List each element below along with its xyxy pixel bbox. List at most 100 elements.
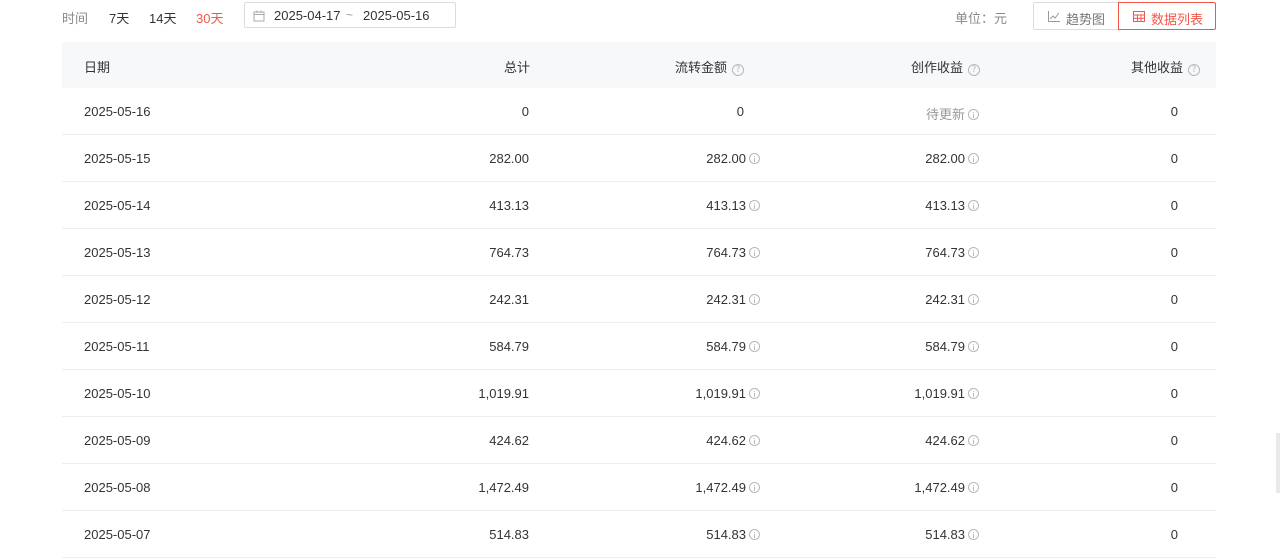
list-view-label: 数据列表 (1151, 12, 1204, 27)
cell-creation-income: 424.62 (925, 433, 979, 448)
cell-flow-amount: 1,472.49 (695, 480, 760, 495)
info-icon[interactable] (749, 529, 760, 540)
cell-flow-amount: 413.13 (706, 198, 760, 213)
table-icon (1133, 11, 1145, 22)
info-icon[interactable] (968, 435, 979, 446)
cell-total: 584.79 (489, 339, 529, 354)
info-icon[interactable] (749, 435, 760, 446)
table-row: 2025-05-16 0 0 待更新 0 (62, 88, 1216, 135)
range-14-days[interactable]: 14天 (149, 8, 176, 27)
cell-date: 2025-05-13 (84, 245, 151, 260)
cell-total: 282.00 (489, 151, 529, 166)
table-row: 2025-05-12 242.31 242.31 242.31 0 (62, 276, 1216, 323)
cell-other-income: 0 (1170, 104, 1178, 119)
cell-date: 2025-05-12 (84, 292, 151, 307)
info-icon[interactable] (749, 200, 760, 211)
table-row: 2025-05-11 584.79 584.79 584.79 0 (62, 323, 1216, 370)
table-row: 2025-05-08 1,472.49 1,472.49 1,472.49 0 (62, 464, 1216, 511)
info-icon[interactable] (968, 294, 979, 305)
cell-total: 1,472.49 (478, 480, 529, 495)
scrollbar-edge[interactable] (1276, 433, 1280, 493)
cell-creation-income: 764.73 (925, 245, 979, 260)
filter-bar: 时间 7天 14天 30天 2025-04-17 ~ 2025-05-16 单位… (0, 0, 1280, 34)
info-icon[interactable] (749, 294, 760, 305)
table-row: 2025-05-14 413.13 413.13 413.13 0 (62, 182, 1216, 229)
list-view-button[interactable]: 数据列表 (1118, 2, 1216, 30)
cell-flow-amount: 1,019.91 (695, 386, 760, 401)
date-end: 2025-05-16 (363, 8, 430, 23)
unit-label: 单位：元 (955, 11, 1008, 26)
table-row: 2025-05-10 1,019.91 1,019.91 1,019.91 0 (62, 370, 1216, 417)
info-icon[interactable] (749, 388, 760, 399)
cell-date: 2025-05-16 (84, 104, 151, 119)
table-row: 2025-05-07 514.83 514.83 514.83 0 (62, 511, 1216, 558)
info-icon[interactable] (968, 109, 979, 120)
cell-other-income: 0 (1170, 292, 1178, 307)
info-icon[interactable] (968, 482, 979, 493)
cell-total: 413.13 (489, 198, 529, 213)
cell-creation-income: 1,019.91 (914, 386, 979, 401)
help-icon[interactable]: ? (732, 64, 744, 76)
cell-creation-income: 514.83 (925, 527, 979, 542)
range-7-days[interactable]: 7天 (109, 8, 129, 27)
cell-total: 0 (521, 104, 529, 119)
table-row: 2025-05-09 424.62 424.62 424.62 0 (62, 417, 1216, 464)
cell-date: 2025-05-14 (84, 198, 151, 213)
info-icon[interactable] (968, 200, 979, 211)
cell-creation-income: 282.00 (925, 151, 979, 166)
cell-total: 1,019.91 (478, 386, 529, 401)
info-icon[interactable] (968, 247, 979, 258)
trend-chart-icon (1048, 11, 1060, 22)
help-icon[interactable]: ? (1188, 64, 1200, 76)
date-start: 2025-04-17 (274, 8, 341, 23)
cell-other-income: 0 (1170, 433, 1178, 448)
range-30-days[interactable]: 30天 (196, 8, 223, 27)
trend-view-button[interactable]: 趋势图 (1033, 2, 1119, 30)
date-separator: ~ (346, 8, 354, 22)
cell-date: 2025-05-15 (84, 151, 151, 166)
info-icon[interactable] (749, 482, 760, 493)
table-row: 2025-05-13 764.73 764.73 764.73 0 (62, 229, 1216, 276)
cell-total: 424.62 (489, 433, 529, 448)
info-icon[interactable] (749, 247, 760, 258)
cell-flow-amount: 0 (736, 104, 744, 119)
cell-flow-amount: 282.00 (706, 151, 760, 166)
info-icon[interactable] (968, 153, 979, 164)
info-icon[interactable] (968, 341, 979, 352)
header-date: 日期 (84, 60, 111, 75)
cell-flow-amount: 514.83 (706, 527, 760, 542)
cell-other-income: 0 (1170, 386, 1178, 401)
cell-other-income: 0 (1170, 245, 1178, 260)
cell-other-income: 0 (1170, 527, 1178, 542)
date-range-picker[interactable]: 2025-04-17 ~ 2025-05-16 (244, 2, 456, 28)
cell-other-income: 0 (1170, 339, 1178, 354)
cell-creation-income: 413.13 (925, 198, 979, 213)
cell-flow-amount: 764.73 (706, 245, 760, 260)
help-icon[interactable]: ? (968, 64, 980, 76)
info-icon[interactable] (749, 341, 760, 352)
trend-view-label: 趋势图 (1066, 12, 1106, 27)
info-icon[interactable] (968, 529, 979, 540)
cell-date: 2025-05-09 (84, 433, 151, 448)
calendar-icon (253, 9, 265, 22)
header-creation-income: 创作收益? (911, 57, 980, 76)
earnings-table: 日期 总计 流转金额? 创作收益? 其他收益? 2025-05-16 0 0 待更新 0… (62, 42, 1216, 558)
cell-other-income: 0 (1170, 198, 1178, 213)
cell-date: 2025-05-11 (84, 339, 150, 354)
cell-date: 2025-05-10 (84, 386, 151, 401)
table-body: 2025-05-16 0 0 待更新 0 2025-05-15 282.00 282.00 28… (62, 88, 1216, 558)
cell-total: 764.73 (489, 245, 529, 260)
header-other-income: 其他收益? (1131, 57, 1200, 76)
table-header: 日期 总计 流转金额? 创作收益? 其他收益? (62, 42, 1216, 88)
info-icon[interactable] (968, 388, 979, 399)
cell-other-income: 0 (1170, 151, 1178, 166)
cell-total: 242.31 (489, 292, 529, 307)
table-row: 2025-05-15 282.00 282.00 282.00 0 (62, 135, 1216, 182)
info-icon[interactable] (749, 153, 760, 164)
cell-creation-income: 584.79 (925, 339, 979, 354)
time-label: 时间 (62, 11, 89, 26)
cell-other-income: 0 (1170, 480, 1178, 495)
cell-creation-income: 242.31 (925, 292, 979, 307)
cell-date: 2025-05-08 (84, 480, 151, 495)
header-flow-amount: 流转金额? (675, 57, 744, 76)
